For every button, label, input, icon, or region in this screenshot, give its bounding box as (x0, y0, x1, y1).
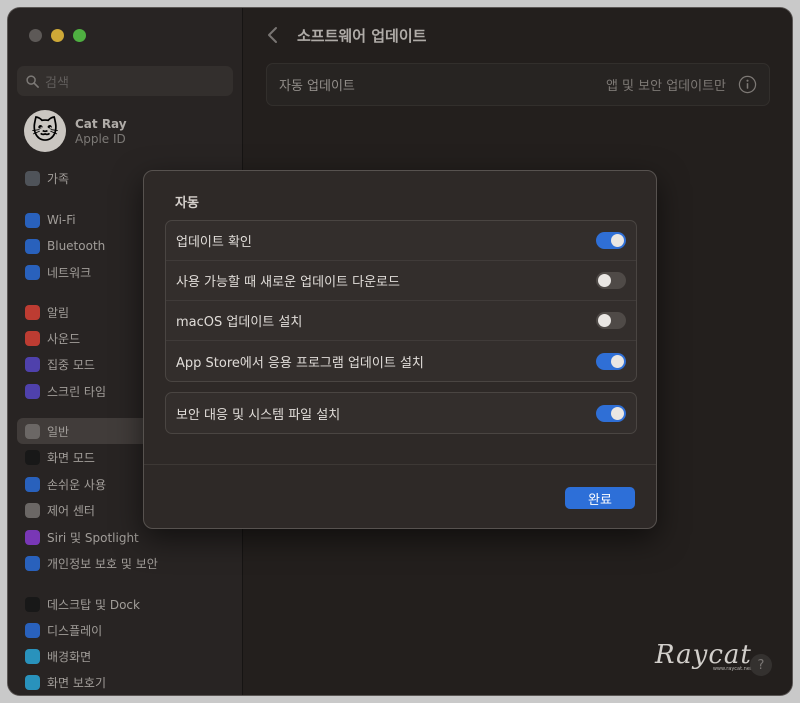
option-row: 업데이트 확인 (166, 221, 636, 261)
option-row: App Store에서 응용 프로그램 업데이트 설치 (166, 341, 636, 381)
option-label: 사용 가능할 때 새로운 업데이트 다운로드 (176, 275, 400, 290)
automatic-updates-dialog: 자동 업데이트 확인사용 가능할 때 새로운 업데이트 다운로드 macOS 업데… (143, 170, 657, 529)
toggle-knob (598, 314, 611, 327)
option-toggle[interactable] (596, 404, 626, 422)
dialog-divider (144, 464, 656, 465)
security-options-group: 보안 대응 및 시스템 파일 설치 (165, 392, 637, 434)
option-label: 보안 대응 및 시스템 파일 설치 (176, 407, 341, 423)
option-row: 보안 대응 및 시스템 파일 설치 (166, 393, 636, 433)
update-options-group: 업데이트 확인사용 가능할 때 새로운 업데이트 다운로드 macOS 업데이트 … (165, 220, 637, 382)
option-toggle[interactable] (596, 312, 626, 329)
toggle-knob (611, 406, 624, 420)
done-button[interactable]: 완료 (565, 487, 635, 509)
toggle-knob (611, 354, 624, 368)
option-label: macOS 업데이트 설치 (176, 315, 303, 330)
option-row: 사용 가능할 때 새로운 업데이트 다운로드 (166, 261, 636, 301)
option-toggle[interactable] (596, 352, 626, 370)
option-label: 업데이트 확인 (176, 235, 252, 250)
option-toggle[interactable] (596, 272, 626, 289)
option-label: App Store에서 응용 프로그램 업데이트 설치 (176, 355, 424, 371)
toggle-knob (598, 274, 611, 287)
dialog-title: 자동 (175, 196, 199, 211)
option-row: macOS 업데이트 설치 (166, 301, 636, 341)
option-toggle[interactable] (596, 232, 626, 249)
toggle-knob (611, 234, 624, 247)
